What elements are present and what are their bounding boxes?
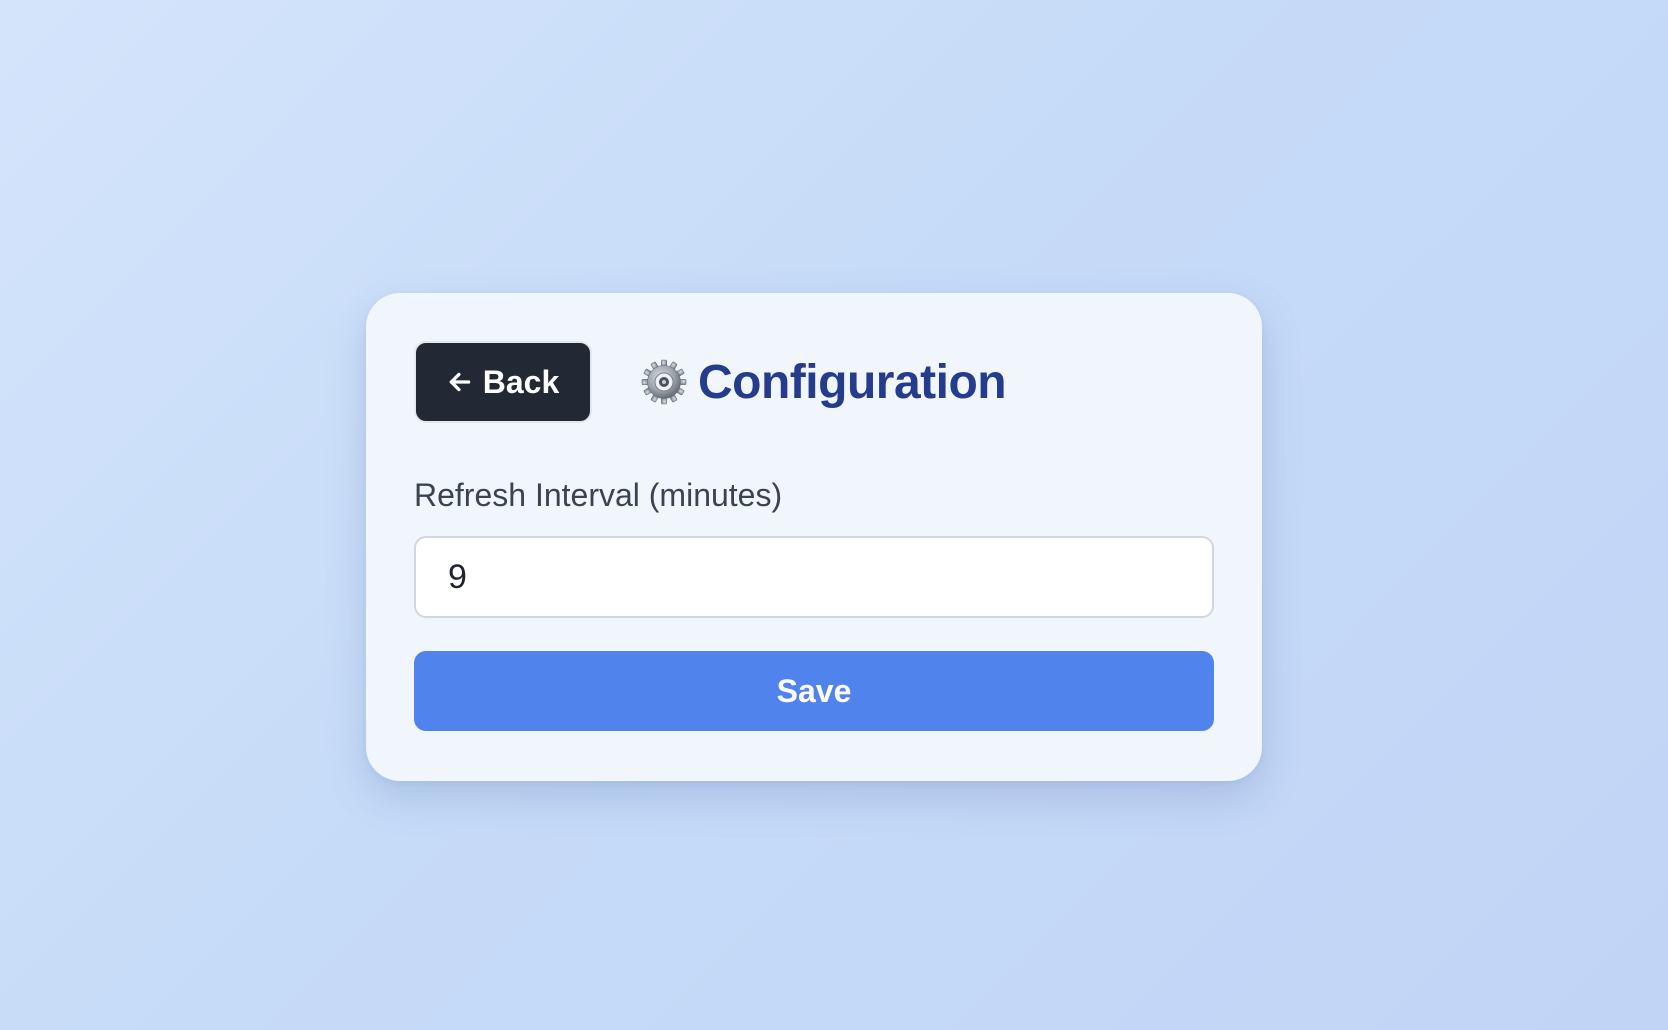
gear-icon — [640, 358, 688, 406]
refresh-interval-label: Refresh Interval (minutes) — [414, 477, 783, 513]
configuration-card: Back Configuration Refresh Interval (min… — [366, 293, 1262, 781]
card-header: Back Configuration — [414, 341, 1214, 423]
page-title: Configuration — [698, 355, 1007, 409]
refresh-interval-input[interactable] — [414, 536, 1214, 618]
arrow-left-icon — [447, 369, 473, 395]
back-button-label: Back — [482, 363, 560, 400]
back-button[interactable]: Back — [414, 341, 592, 423]
save-button[interactable]: Save — [414, 651, 1214, 731]
title-group: Configuration — [640, 355, 1007, 410]
